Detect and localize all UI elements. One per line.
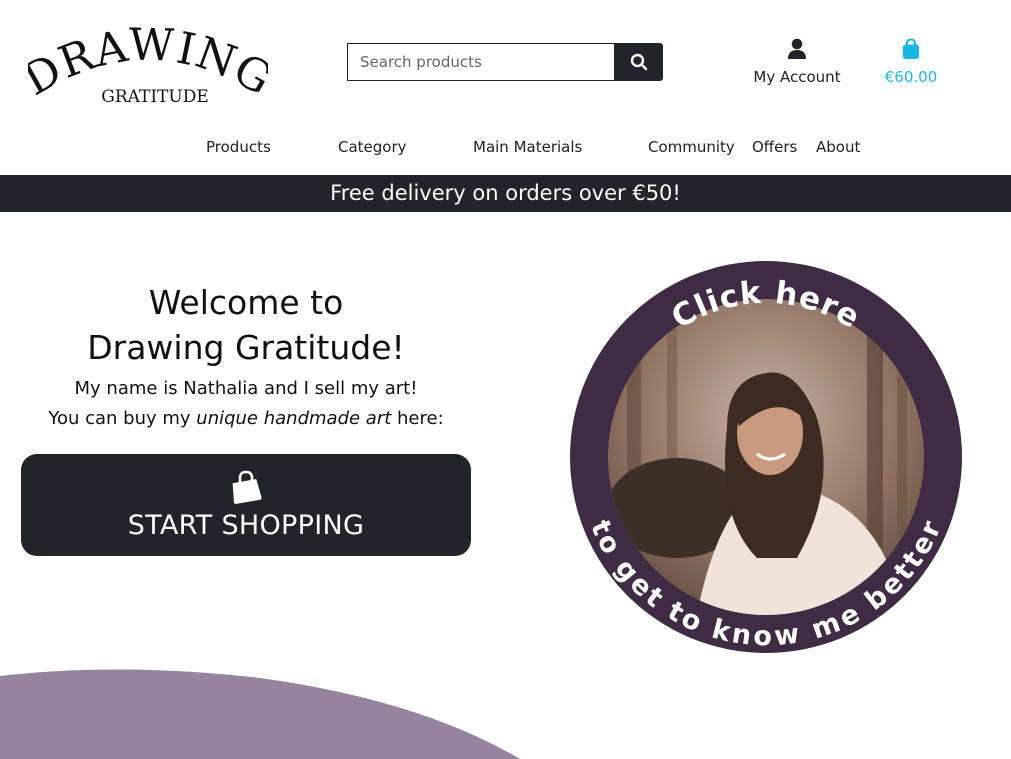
start-shopping-button[interactable]: START SHOPPING bbox=[21, 454, 471, 556]
decorative-wave bbox=[0, 669, 520, 759]
nav-category[interactable]: Category bbox=[338, 138, 407, 156]
site-logo[interactable]: DRAWING GRATITUDE bbox=[15, 20, 280, 110]
nav-offers[interactable]: Offers bbox=[752, 138, 797, 156]
search-icon bbox=[630, 53, 647, 71]
hero-title-line2: Drawing Gratitude! bbox=[87, 328, 405, 367]
bag-total: €60.00 bbox=[884, 68, 938, 86]
nav-about[interactable]: About bbox=[816, 138, 860, 156]
my-account-label: My Account bbox=[753, 68, 841, 86]
profile-photo bbox=[608, 299, 924, 615]
search-bar bbox=[347, 43, 663, 81]
start-shopping-label: START SHOPPING bbox=[127, 509, 365, 541]
main-nav: Products Category Main Materials Communi… bbox=[0, 138, 1011, 158]
logo-subtitle: GRATITUDE bbox=[101, 87, 209, 107]
search-input[interactable] bbox=[347, 43, 614, 81]
hero-intro-line2: You can buy my unique handmade art here: bbox=[20, 404, 472, 434]
hero-intro-line1: My name is Nathalia and I sell my art! bbox=[74, 378, 418, 399]
nav-products[interactable]: Products bbox=[206, 138, 271, 156]
hero-line2-end: here: bbox=[397, 408, 444, 429]
search-button[interactable] bbox=[614, 43, 663, 81]
hero-line2-start: You can buy my bbox=[48, 408, 191, 429]
hero-title-line1: Welcome to bbox=[148, 283, 344, 322]
hero-title: Welcome to Drawing Gratitude! bbox=[20, 280, 472, 370]
about-me-link[interactable]: Click here to get to know me better bbox=[567, 258, 965, 656]
nav-community[interactable]: Community bbox=[648, 138, 735, 156]
shopping-bag-icon bbox=[232, 470, 262, 504]
nav-main-materials[interactable]: Main Materials bbox=[473, 138, 582, 156]
delivery-banner-text: Free delivery on orders over €50! bbox=[330, 181, 681, 205]
shopping-bag-icon bbox=[903, 38, 919, 59]
delivery-banner: Free delivery on orders over €50! bbox=[0, 175, 1011, 212]
hero-intro: Welcome to Drawing Gratitude! My name is… bbox=[20, 280, 472, 434]
my-account-link[interactable]: My Account bbox=[748, 38, 846, 86]
user-icon bbox=[788, 38, 806, 59]
shopping-bag-link[interactable]: €60.00 bbox=[880, 38, 942, 86]
hero-line2-emphasis: unique handmade art bbox=[196, 408, 392, 429]
